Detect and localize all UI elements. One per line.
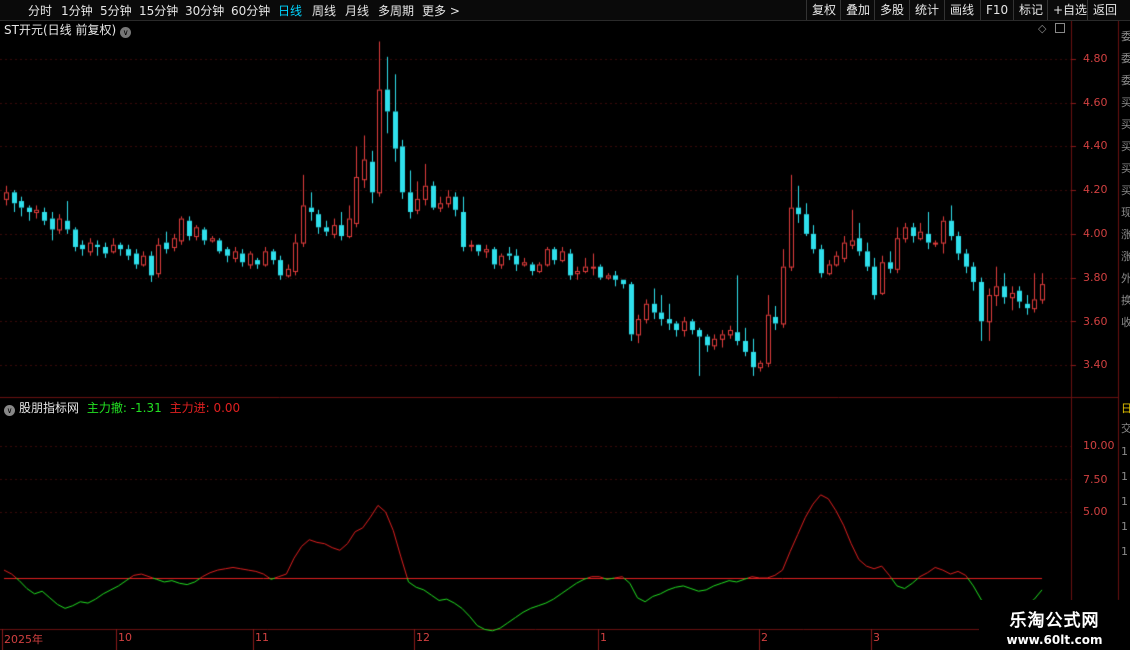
date-label: 2 [761, 631, 768, 644]
panel-glyph: 买 [1121, 96, 1130, 109]
panel-glyph: 1 [1121, 495, 1128, 508]
period-weekly[interactable]: 周线 [312, 2, 336, 19]
price-label: 4.20 [1083, 183, 1108, 196]
add-watchlist-button[interactable]: +自选 [1047, 0, 1092, 20]
panel-glyph: 换 [1121, 294, 1130, 307]
window-toggle-icon[interactable] [1055, 23, 1065, 33]
panel-glyph: 收 [1121, 316, 1130, 329]
diamond-icon[interactable]: ◇ [1038, 22, 1046, 35]
date-label: 2025年 [4, 633, 43, 646]
chevron-down-icon[interactable]: ∨ [4, 405, 15, 416]
panel-glyph: 1 [1121, 545, 1128, 558]
panel-glyph: 委 [1121, 30, 1130, 43]
indicator-axis-label: 5.00 [1083, 505, 1108, 518]
period-fenshi[interactable]: 分时 [28, 2, 52, 19]
date-label: 11 [255, 631, 269, 644]
panel-glyph: 涨 [1121, 250, 1130, 263]
indicator-name: 股朋指标网 [19, 401, 80, 415]
kline-chart-canvas[interactable] [0, 0, 1130, 650]
price-label: 3.60 [1083, 315, 1108, 328]
price-label: 3.40 [1083, 358, 1108, 371]
panel-glyph: 委 [1121, 74, 1130, 87]
period-5min[interactable]: 5分钟 [100, 2, 132, 19]
period-15min[interactable]: 15分钟 [139, 2, 178, 19]
panel-glyph: 外 [1121, 272, 1130, 285]
panel-glyph: 委 [1121, 52, 1130, 65]
period-more[interactable]: 更多 > [422, 2, 460, 19]
logo-url: www.60lt.com [1006, 633, 1103, 647]
chart-title: ST开元(日线 前复权) ∨ [4, 21, 132, 38]
date-label: 10 [118, 631, 132, 644]
overlay-button[interactable]: 叠加 [840, 0, 875, 20]
period-monthly[interactable]: 月线 [345, 2, 369, 19]
fuquan-button[interactable]: 复权 [806, 0, 841, 20]
period-toolbar: 分时 1分钟 5分钟 15分钟 30分钟 60分钟 日线 周线 月线 多周期 更… [0, 0, 1130, 21]
panel-glyph: 现 [1121, 206, 1130, 219]
indicator-title: ∨ 股朋指标网 主力撤: -1.31 主力进: 0.00 [4, 399, 240, 416]
period-more-label: 更多 [422, 4, 447, 18]
draw-line-button[interactable]: 画线 [944, 0, 979, 20]
panel-glyph: 日 [1121, 402, 1130, 415]
period-multi[interactable]: 多周期 [378, 2, 414, 19]
panel-glyph: 涨 [1121, 228, 1130, 241]
panel-glyph: 1 [1121, 445, 1128, 458]
price-label: 4.40 [1083, 139, 1108, 152]
logo-name: 乐淘公式网 [1009, 611, 1100, 631]
multi-stock-button[interactable]: 多股 [874, 0, 909, 20]
period-60min[interactable]: 60分钟 [231, 2, 270, 19]
date-label: 12 [416, 631, 430, 644]
price-label: 4.80 [1083, 52, 1108, 65]
date-label: 3 [873, 631, 880, 644]
chevron-down-icon[interactable]: ∨ [120, 27, 132, 38]
period-30min[interactable]: 30分钟 [185, 2, 224, 19]
price-label: 4.00 [1083, 227, 1108, 240]
panel-glyph: 买 [1121, 162, 1130, 175]
main-outflow-label: 主力撤: -1.31 [86, 401, 162, 415]
panel-glyph: 买 [1121, 184, 1130, 197]
panel-glyph: 1 [1121, 470, 1128, 483]
indicator-axis-label: 7.50 [1083, 473, 1108, 486]
panel-glyph: 买 [1121, 140, 1130, 153]
back-button[interactable]: 返回 [1087, 0, 1122, 20]
f10-button[interactable]: F10 [980, 0, 1013, 20]
panel-glyph: 交 [1121, 422, 1130, 435]
main-inflow-label: 主力进: 0.00 [169, 401, 241, 415]
period-daily[interactable]: 日线 [278, 2, 302, 19]
price-label: 3.80 [1083, 271, 1108, 284]
watermark-logo: 乐淘公式网 www.60lt.com [979, 600, 1130, 650]
chevron-right-icon: > [449, 4, 460, 18]
panel-glyph: 买 [1121, 118, 1130, 131]
date-label: 1 [600, 631, 607, 644]
indicator-axis-label: 10.00 [1083, 439, 1115, 452]
period-1min[interactable]: 1分钟 [61, 2, 93, 19]
stats-button[interactable]: 统计 [909, 0, 944, 20]
panel-glyph: 1 [1121, 520, 1128, 533]
chart-title-text: ST开元(日线 前复权) [4, 23, 117, 37]
price-label: 4.60 [1083, 96, 1108, 109]
mark-button[interactable]: 标记 [1013, 0, 1048, 20]
